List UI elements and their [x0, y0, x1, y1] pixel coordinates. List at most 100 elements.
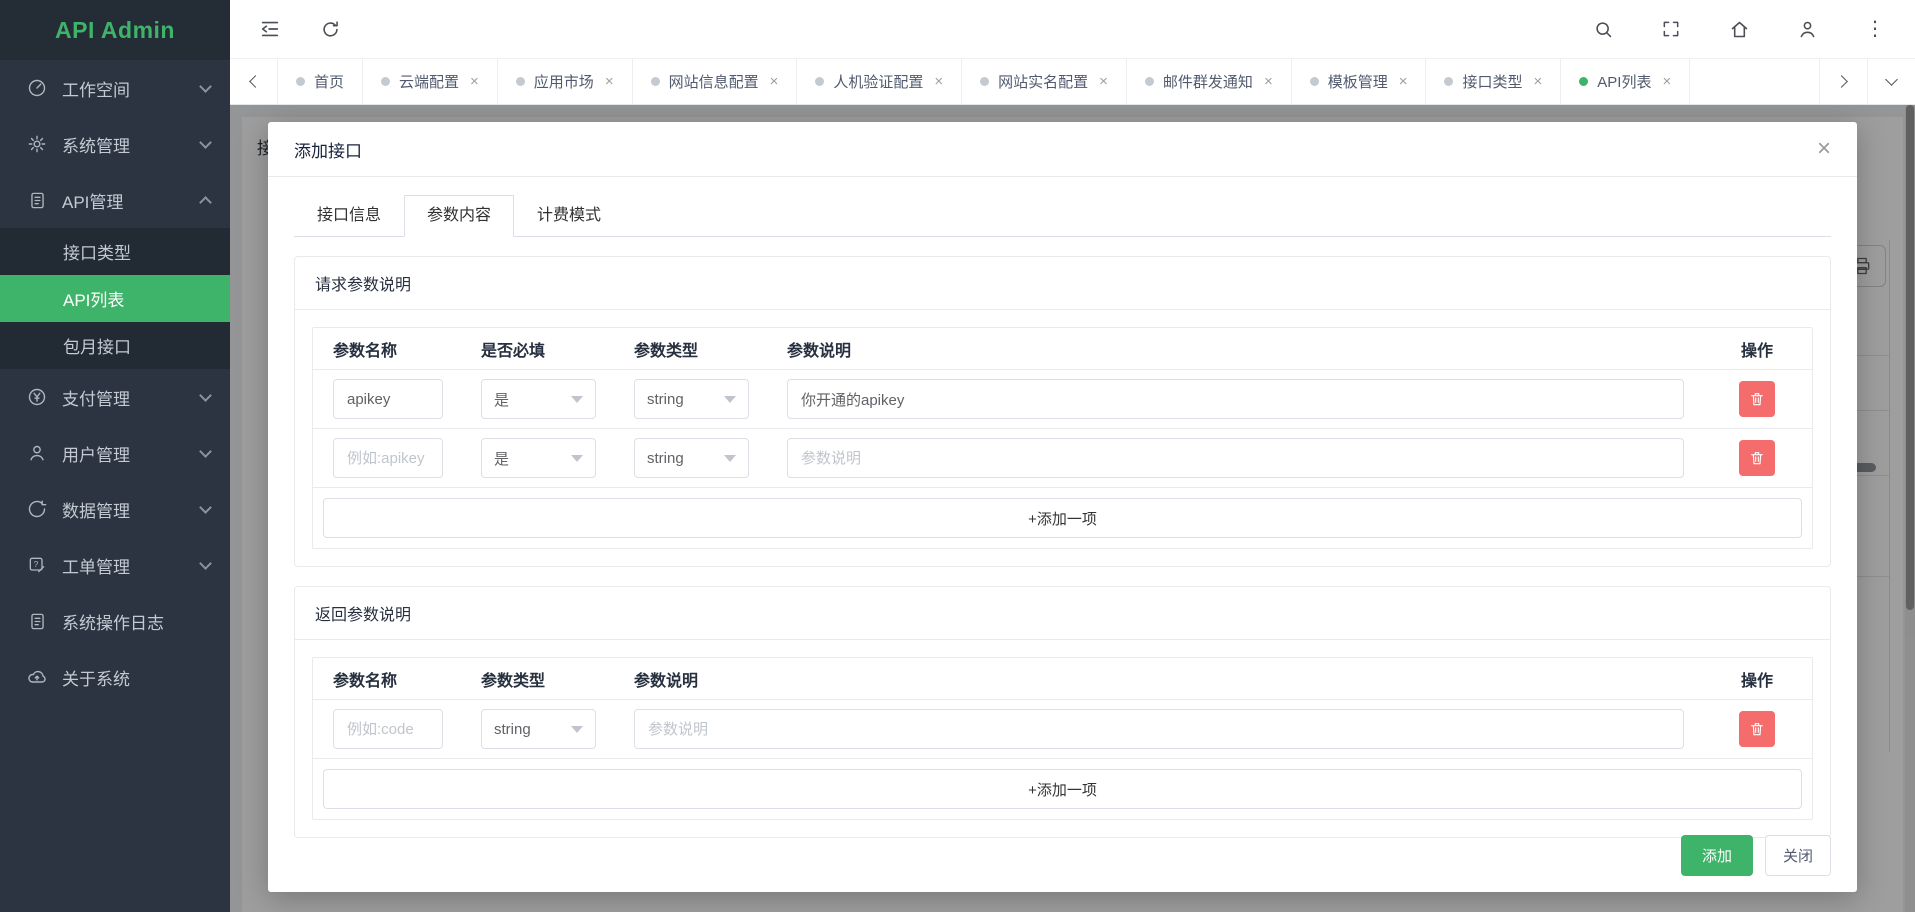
ticket-icon: ?: [26, 554, 48, 576]
card-body: 参数名称 是否必填 参数类型 参数说明 操作: [295, 310, 1830, 566]
chevron-up-icon: [199, 196, 212, 209]
modal-footer: 添加 关闭: [1681, 835, 1831, 876]
close-icon[interactable]: ×: [1099, 73, 1108, 90]
tab-realname-config[interactable]: 网站实名配置 ×: [962, 59, 1127, 104]
close-button[interactable]: 关闭: [1765, 835, 1831, 876]
menu-fold-icon[interactable]: [258, 17, 282, 41]
tab-billing-mode[interactable]: 计费模式: [514, 195, 624, 237]
sidebar-item-interface-type[interactable]: 接口类型: [0, 228, 230, 275]
chevron-down-icon: [199, 389, 212, 402]
chevron-down-icon: [199, 445, 212, 458]
search-icon[interactable]: [1591, 17, 1615, 41]
trash-icon: [1749, 450, 1765, 466]
select-value: string: [647, 391, 684, 408]
param-type-select[interactable]: string: [634, 379, 749, 419]
close-icon[interactable]: ×: [1534, 73, 1543, 90]
select-value: string: [647, 450, 684, 467]
tab-captcha-config[interactable]: 人机验证配置 ×: [797, 59, 962, 104]
fullscreen-icon[interactable]: [1659, 17, 1683, 41]
sidebar-item-api-management[interactable]: API管理: [0, 172, 230, 228]
close-icon[interactable]: ×: [605, 73, 614, 90]
tab-mail-notice[interactable]: 邮件群发通知 ×: [1127, 59, 1292, 104]
required-select[interactable]: 是: [481, 379, 596, 419]
add-response-param-button[interactable]: +添加一项: [323, 769, 1802, 809]
tabbar: 首页 云端配置 × 应用市场 × 网站信息配置 × 人机验证配置 ×: [230, 59, 1915, 105]
tab-site-info-config[interactable]: 网站信息配置 ×: [633, 59, 798, 104]
param-desc-input[interactable]: [634, 709, 1684, 749]
refresh-icon[interactable]: [318, 17, 342, 41]
sidebar-item-api-list[interactable]: API列表: [0, 275, 230, 322]
data-icon: [26, 498, 48, 520]
close-icon[interactable]: ×: [1264, 73, 1273, 90]
sidebar-item-about[interactable]: 关于系统: [0, 649, 230, 705]
sidebar-item-workspace[interactable]: 工作空间: [0, 60, 230, 116]
tabbar-spacer: [1690, 59, 1819, 104]
param-desc-input[interactable]: [787, 438, 1684, 478]
sidebar-item-operation-log[interactable]: 系统操作日志: [0, 593, 230, 649]
tabs-scroll-right-button[interactable]: [1819, 59, 1867, 104]
param-name-input[interactable]: [333, 438, 443, 478]
delete-row-button[interactable]: [1739, 381, 1775, 417]
chevron-down-icon: [199, 136, 212, 149]
tabs-menu-button[interactable]: [1867, 59, 1915, 104]
param-type-select[interactable]: string: [634, 438, 749, 478]
tab-cloud-config[interactable]: 云端配置 ×: [363, 59, 498, 104]
tab-app-market[interactable]: 应用市场 ×: [498, 59, 633, 104]
response-params-table: 参数名称 参数类型 参数说明 操作 string: [312, 657, 1813, 820]
sidebar-item-work-orders[interactable]: ? 工单管理: [0, 537, 230, 593]
close-icon[interactable]: ×: [934, 73, 943, 90]
column-header: 是否必填: [481, 337, 596, 361]
tab-interface-type[interactable]: 接口类型 ×: [1426, 59, 1561, 104]
sidebar-item-data[interactable]: 数据管理: [0, 481, 230, 537]
table-header-row: 参数名称 是否必填 参数类型 参数说明 操作: [313, 328, 1812, 370]
close-icon[interactable]: ×: [470, 73, 479, 90]
column-header: 参数类型: [481, 667, 596, 691]
tabs-scroll-left-button[interactable]: [230, 59, 278, 104]
dot-icon: [381, 77, 390, 86]
request-params-table: 参数名称 是否必填 参数类型 参数说明 操作: [312, 327, 1813, 549]
sidebar-item-label: 用户管理: [62, 441, 201, 466]
add-interface-modal: 添加接口 × 接口信息 参数内容 计费模式 请求参数说明: [268, 122, 1857, 892]
close-icon[interactable]: ×: [1817, 137, 1831, 161]
tab-interface-info[interactable]: 接口信息: [294, 195, 404, 237]
tab-label: 网站信息配置: [669, 71, 759, 92]
param-type-select[interactable]: string: [481, 709, 596, 749]
param-name-input[interactable]: [333, 709, 443, 749]
tab-home[interactable]: 首页: [278, 59, 363, 104]
chevron-left-icon: [249, 75, 262, 88]
tab-parameter-content[interactable]: 参数内容: [404, 195, 514, 237]
param-desc-input[interactable]: [787, 379, 1684, 419]
tab-template-management[interactable]: 模板管理 ×: [1292, 59, 1427, 104]
add-request-param-button[interactable]: +添加一项: [323, 498, 1802, 538]
sidebar-submenu-api: 接口类型 API列表 包月接口: [0, 228, 230, 369]
sidebar-item-payment[interactable]: 支付管理: [0, 369, 230, 425]
trash-icon: [1749, 721, 1765, 737]
sidebar-item-users[interactable]: 用户管理: [0, 425, 230, 481]
modal-header: 添加接口 ×: [268, 122, 1857, 177]
close-icon[interactable]: ×: [1662, 73, 1671, 90]
required-select[interactable]: 是: [481, 438, 596, 478]
sidebar-item-monthly-interface[interactable]: 包月接口: [0, 322, 230, 369]
column-header: 参数说明: [634, 667, 1684, 691]
param-name-input[interactable]: [333, 379, 443, 419]
table-header-row: 参数名称 参数类型 参数说明 操作: [313, 658, 1812, 700]
dot-icon: [651, 77, 660, 86]
topbar-right: ⋮: [1591, 17, 1887, 41]
close-icon[interactable]: ×: [1399, 73, 1408, 90]
more-icon[interactable]: ⋮: [1863, 17, 1887, 41]
cloud-icon: [26, 666, 48, 688]
select-value: string: [494, 721, 531, 738]
delete-row-button[interactable]: [1739, 440, 1775, 476]
delete-row-button[interactable]: [1739, 711, 1775, 747]
home-icon[interactable]: [1727, 17, 1751, 41]
close-icon[interactable]: ×: [770, 73, 779, 90]
card-title: 请求参数说明: [295, 257, 1830, 310]
sidebar-item-system[interactable]: 系统管理: [0, 116, 230, 172]
sidebar-menu: 工作空间 系统管理 API管理 接口类型: [0, 60, 230, 912]
tab-api-list[interactable]: API列表 ×: [1561, 59, 1690, 104]
submit-button[interactable]: 添加: [1681, 835, 1753, 876]
tab-label: 网站实名配置: [998, 71, 1088, 92]
user-icon[interactable]: [1795, 17, 1819, 41]
dashboard-icon: [26, 77, 48, 99]
gear-icon: [26, 133, 48, 155]
